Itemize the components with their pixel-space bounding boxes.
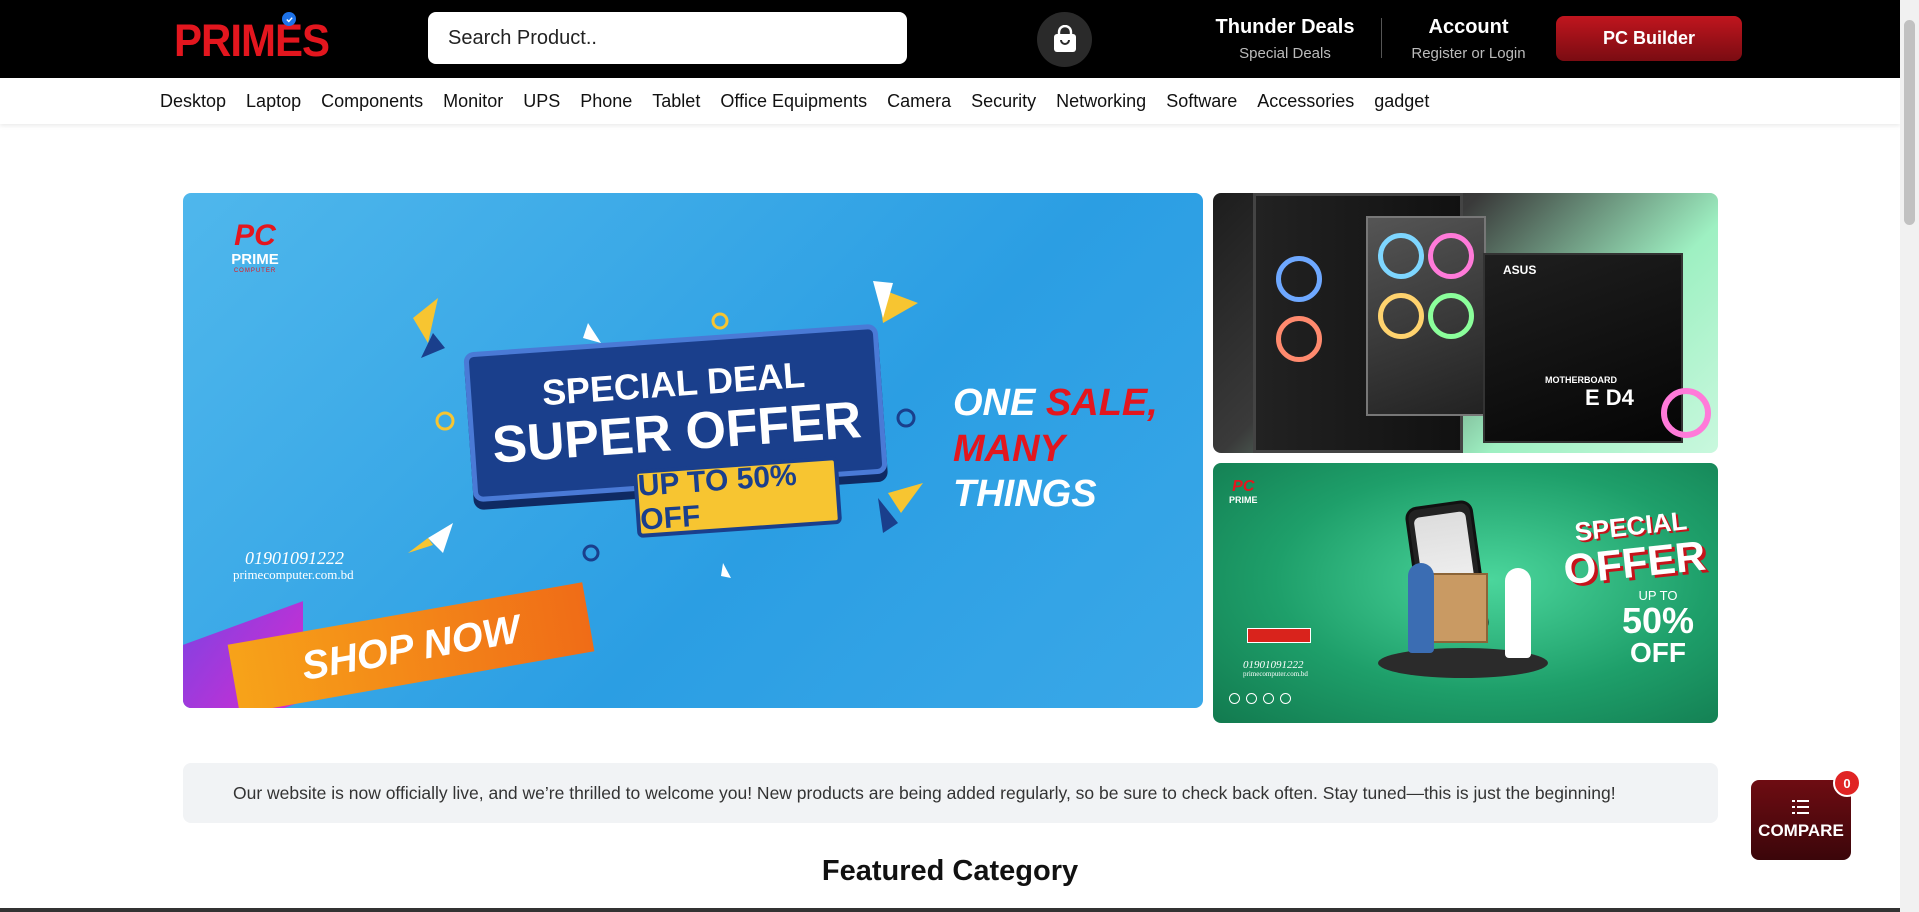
cpu-cooler-icon [1661,388,1711,438]
nav-item-networking[interactable]: Networking [1056,91,1146,112]
nav-item-phone[interactable]: Phone [580,91,632,112]
rgb-fan-icon [1428,233,1474,279]
offer-banner-logo: PC PRIME [1229,478,1258,506]
logo-text: PRIMES [174,15,330,66]
account-subtitle: Register or Login [1411,45,1526,62]
tagline-one: ONE [953,382,1036,424]
motherboard-label: MOTHERBOARD [1545,375,1617,385]
social-icon [1229,693,1240,704]
special-offer-banner[interactable]: PC PRIME SPECIAL OFFER UP TO 50% OFF 019… [1213,463,1718,723]
offer-website: primecomputer.com.bd [1243,670,1308,678]
offer-discount: UP TO 50% OFF [1613,588,1703,667]
pc-build-banner[interactable]: ASUS MOTHERBOARD E D4 [1213,193,1718,453]
thunder-deals-subtitle: Special Deals [1239,45,1331,62]
tagline-things: THINGS [953,473,1097,516]
offer-mini-button [1247,628,1311,643]
nav-item-laptop[interactable]: Laptop [246,91,301,112]
shopping-bag-icon [1053,24,1076,52]
nav-item-monitor[interactable]: Monitor [443,91,503,112]
tagline-many: MANY [953,427,1065,470]
account-link[interactable]: Account Register or Login [1400,16,1537,62]
category-nav-list: Desktop Laptop Components Monitor UPS Ph… [160,78,1449,124]
rgb-fan-icon [1276,256,1322,302]
facebook-icon [1246,693,1257,704]
special-offer-heading: SPECIAL OFFER [1555,503,1712,593]
search-input[interactable] [428,12,907,64]
launch-notice-text: Our website is now officially live, and … [233,782,1616,803]
nav-item-components[interactable]: Components [321,91,423,112]
off-text: OFF [1630,637,1686,668]
list-icon [1792,800,1809,814]
cart-button[interactable] [1037,12,1092,67]
bottom-edge [0,908,1900,912]
pc-case-glass [1366,216,1486,416]
scrollbar-thumb[interactable] [1904,20,1915,225]
launch-notice: Our website is now officially live, and … [183,763,1718,823]
top-header: PRIMES Thunder Deals Special Deals Accou… [0,0,1919,78]
tagline: ONE SALE, MANY THINGS [953,381,1173,518]
banner-website: primecomputer.com.bd [233,567,354,582]
nav-item-security[interactable]: Security [971,91,1036,112]
rgb-fan-icon [1378,293,1424,339]
main-promo-banner[interactable]: PC PRIME COMPUTER SPECIAL DEAL SUPER OFF… [183,193,1203,708]
compare-button[interactable]: COMPARE 0 [1751,769,1861,860]
nav-item-camera[interactable]: Camera [887,91,951,112]
rgb-fan-icon [1378,233,1424,279]
offer-logo-pc: PC [1232,478,1255,495]
tagline-sale: SALE, [1045,382,1158,424]
pc-case-image [1253,193,1486,453]
pc-builder-button[interactable]: PC Builder [1556,16,1742,61]
customer-person-image [1505,568,1531,658]
motherboard-box-image: ASUS MOTHERBOARD E D4 [1483,253,1683,443]
social-icon [1263,693,1274,704]
motherboard-model: E D4 [1585,385,1634,410]
motherboard-brand: ASUS [1503,263,1537,277]
verified-badge-icon [282,12,296,26]
percent-text: 50% [1621,600,1695,641]
banner-phone: 01901091222 [245,548,344,568]
nav-item-desktop[interactable]: Desktop [160,91,226,112]
compare-label: COMPARE [1758,821,1844,840]
page: PRIMES Thunder Deals Special Deals Accou… [0,0,1919,912]
thunder-deals-link[interactable]: Thunder Deals Special Deals [1210,16,1360,62]
discount-tag: UP TO 50% OFF [632,455,843,539]
thunder-deals-title: Thunder Deals [1215,16,1355,38]
nav-item-ups[interactable]: UPS [523,91,560,112]
nav-item-office-equipments[interactable]: Office Equipments [720,91,867,112]
rgb-fan-icon [1276,316,1322,362]
rgb-fan-icon [1428,293,1474,339]
nav-item-tablet[interactable]: Tablet [652,91,700,112]
nav-item-accessories[interactable]: Accessories [1257,91,1354,112]
nav-item-software[interactable]: Software [1166,91,1237,112]
page-scrollbar[interactable] [1900,0,1919,912]
social-icons [1229,693,1297,704]
category-nav: Desktop Laptop Components Monitor UPS Ph… [0,78,1900,124]
delivery-person-image [1408,563,1434,653]
offer-logo-prime: PRIME [1229,495,1258,505]
social-icon [1280,693,1291,704]
account-title: Account [1428,16,1509,38]
nav-item-gadget[interactable]: gadget [1374,91,1429,112]
compare-count-badge: 0 [1833,769,1861,797]
site-logo[interactable]: PRIMES [174,12,330,66]
featured-category-title: Featured Category [821,855,1079,887]
header-divider [1381,18,1382,58]
